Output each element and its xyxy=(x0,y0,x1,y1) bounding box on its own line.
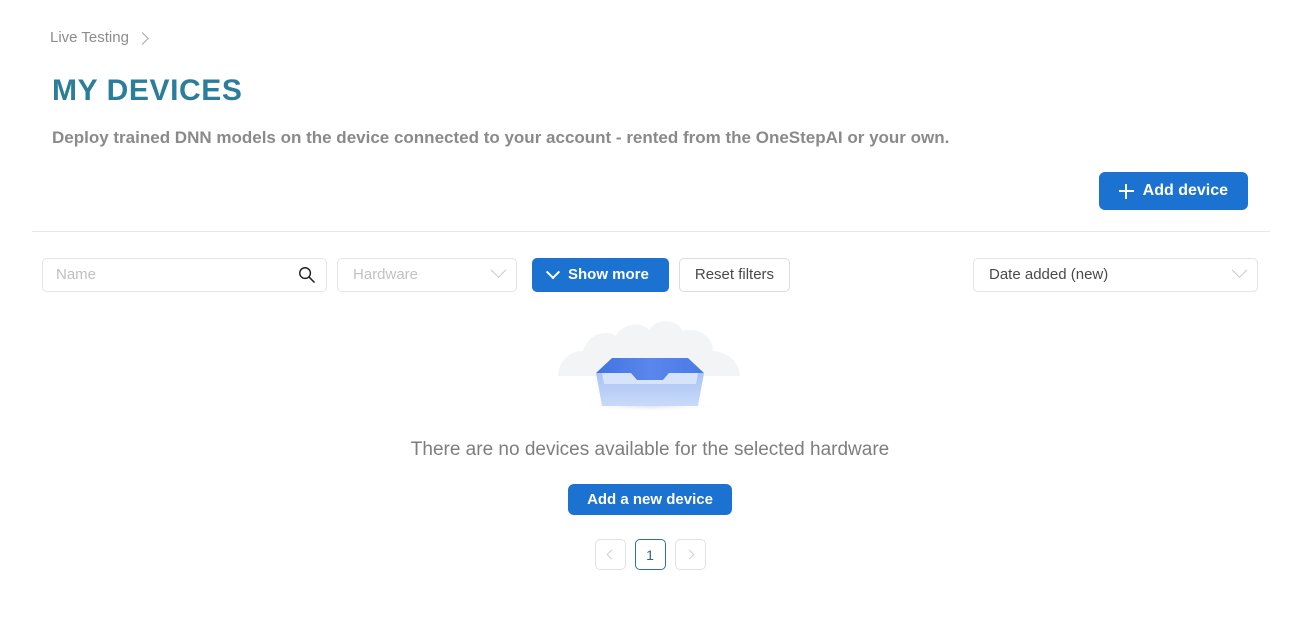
hardware-select-label: Hardware xyxy=(353,266,419,283)
pagination-prev-button[interactable] xyxy=(594,539,626,570)
breadcrumb: Live Testing xyxy=(50,28,1268,48)
chevron-left-icon xyxy=(606,549,616,560)
hardware-select-wrapper: Hardware xyxy=(327,257,517,292)
page-subtitle: Deploy trained DNN models on the device … xyxy=(52,128,950,147)
search-input[interactable] xyxy=(42,257,327,292)
add-device-button[interactable]: Add device xyxy=(1098,172,1248,210)
chevron-down-icon xyxy=(490,262,507,279)
chevron-right-icon xyxy=(684,549,694,560)
show-more-label: Show more xyxy=(568,266,649,283)
pagination: 1 xyxy=(0,539,1300,570)
empty-state-message: There are no devices available for the s… xyxy=(410,439,890,460)
plus-icon xyxy=(1118,183,1134,199)
page-title: MY DEVICES xyxy=(52,74,243,107)
chevron-down-icon xyxy=(545,264,561,279)
page-header: Live Testing MY DEVICES Deploy trained D… xyxy=(0,0,1300,149)
add-device-bar: Add device xyxy=(0,149,1300,210)
add-new-device-button[interactable]: Add a new device xyxy=(568,484,732,515)
filter-toolbar: Hardware Show more Reset filters Date ad… xyxy=(0,232,1300,294)
add-device-label: Add device xyxy=(1142,182,1228,199)
empty-state: There are no devices available for the s… xyxy=(0,306,1300,570)
reset-filters-button[interactable]: Reset filters xyxy=(678,257,791,292)
breadcrumb-item-live-testing[interactable]: Live Testing xyxy=(50,28,129,48)
pagination-page-1[interactable]: 1 xyxy=(634,539,666,570)
sort-select-value: Date added (new) xyxy=(989,266,1109,283)
show-more-button[interactable]: Show more xyxy=(532,257,669,292)
sort-select[interactable]: Date added (new) xyxy=(973,257,1258,292)
chevron-down-icon xyxy=(1231,262,1248,279)
pagination-next-button[interactable] xyxy=(674,539,706,570)
hardware-select[interactable]: Hardware xyxy=(337,257,517,292)
chevron-right-icon xyxy=(136,31,149,45)
sort-select-wrapper: Date added (new) xyxy=(973,257,1258,292)
search-field-wrapper xyxy=(42,257,327,292)
empty-inbox-tray-illustration xyxy=(550,306,750,416)
